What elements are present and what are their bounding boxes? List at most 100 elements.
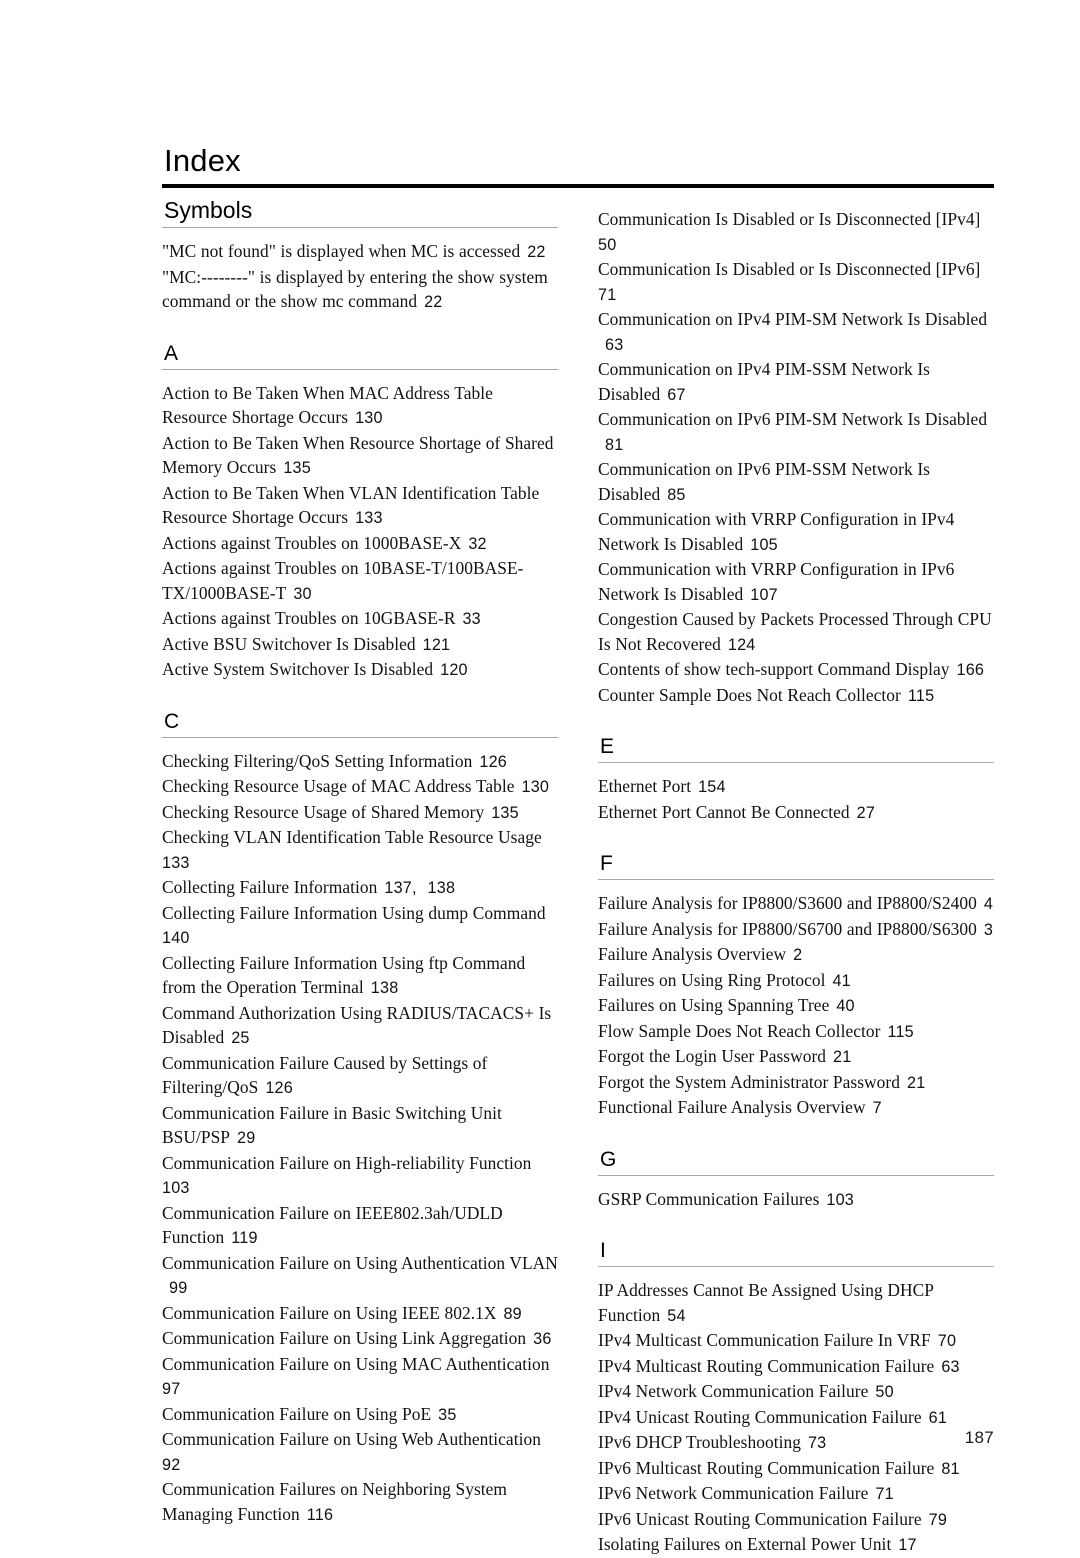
- index-page-number: 135: [491, 803, 519, 822]
- index-entry: Communication on IPv4 PIM-SM Network Is …: [598, 307, 994, 357]
- index-entry: Action to Be Taken When Resource Shortag…: [162, 431, 558, 481]
- index-entry-title: IPv4 Network Communication Failure: [598, 1381, 869, 1401]
- index-page-number: 79: [928, 1510, 948, 1529]
- index-section-rule: [598, 1174, 994, 1176]
- index-entry-title: Failure Analysis Overview: [598, 944, 787, 964]
- index-page-number: 32: [468, 534, 487, 553]
- index-page-number: 30: [293, 584, 312, 603]
- index-page-number: 115: [887, 1022, 914, 1041]
- index-page-number: 2: [793, 946, 803, 964]
- index-entry-title: IPv6 Multicast Routing Communication Fai…: [598, 1457, 935, 1478]
- index-entry-title: Communication Failure on IEEE802.3ah/UDL…: [162, 1202, 503, 1248]
- index-entry-title: Checking Resource Usage of Shared Memory: [162, 801, 485, 822]
- index-entry: Communication Failure on IEEE802.3ah/UDL…: [162, 1201, 558, 1251]
- index-entry-list: GSRP Communication Failures 103: [598, 1187, 994, 1213]
- index-entry: Communication Failure on Using PoE 35: [162, 1402, 558, 1428]
- index-entry-title: IPv4 Unicast Routing Communication Failu…: [598, 1406, 922, 1427]
- page-folio: 187: [964, 1428, 994, 1447]
- index-section-heading: F: [600, 852, 613, 875]
- index-entry-title: "MC:--------" is displayed by entering t…: [162, 266, 548, 312]
- index-entry-title: IPv4 Multicast Routing Communication Fai…: [598, 1355, 935, 1376]
- index-column-left: Symbols "MC not found" is displayed when …: [162, 196, 558, 1527]
- index-page-number: 107: [750, 585, 778, 604]
- index-section-rule: [598, 1266, 994, 1267]
- page-title: Index: [164, 143, 241, 178]
- index-entry-title: Congestion Caused by Packets Processed T…: [598, 609, 992, 654]
- index-entry: Checking Filtering/QoS Setting Informati…: [162, 749, 558, 775]
- index-page-number: 166: [956, 661, 985, 679]
- index-entry: Communication Failure Caused by Settings…: [162, 1051, 558, 1101]
- index-page-number: 116: [306, 1505, 334, 1524]
- index-entry: Actions against Troubles on 10BASE-T/100…: [162, 556, 558, 606]
- index-entry-title: Communication Failure on Using MAC Authe…: [162, 1353, 550, 1374]
- index-entry: Collecting Failure Information Using dum…: [162, 901, 558, 951]
- index-page: Index Symbols "MC not found" is displayed…: [0, 0, 1080, 1554]
- index-entry: IPv4 Network Communication Failure 50: [598, 1379, 994, 1405]
- index-entry: Collecting Failure Information 137, 138: [162, 875, 558, 901]
- index-entry: Actions against Troubles on 1000BASE-X 32: [162, 531, 558, 557]
- index-entry: Action to Be Taken When VLAN Identificat…: [162, 481, 558, 531]
- index-entry: Communication with VRRP Configuration in…: [598, 557, 994, 607]
- index-page-number: 140: [162, 929, 190, 947]
- index-entry-title: IPv6 Unicast Routing Communication Failu…: [598, 1508, 922, 1529]
- index-entry: "MC not found" is displayed when MC is a…: [162, 239, 558, 265]
- index-entry: Failures on Using Ring Protocol 41: [598, 968, 994, 994]
- index-page-number: 135: [283, 459, 311, 477]
- index-page-number: 130: [355, 409, 383, 427]
- index-entry: Communication on IPv4 PIM-SSM Network Is…: [598, 357, 994, 407]
- index-entry-title: Communication on IPv6 PIM-SSM Network Is…: [598, 459, 930, 504]
- index-entry-title: Active System Switchover Is Disabled: [162, 659, 434, 679]
- index-entry: IPv4 Multicast Communication Failure In …: [598, 1328, 994, 1354]
- index-entry: Checking Resource Usage of Shared Memory…: [162, 800, 558, 826]
- index-page-number: 63: [605, 335, 624, 354]
- index-page-number: 63: [941, 1357, 960, 1376]
- index-section: Symbols "MC not found" is displayed when …: [162, 196, 558, 315]
- index-entry-title: Command Authorization Using RADIUS/TACAC…: [162, 1002, 552, 1048]
- index-page-number: 25: [231, 1029, 250, 1047]
- index-entry-title: Contents of show tech-support Command Di…: [598, 659, 950, 679]
- index-page-number: 3: [983, 920, 994, 939]
- index-entry-title: Forgot the Login User Password: [598, 1046, 827, 1066]
- index-entry-title: Communication Failures on Neighboring Sy…: [162, 1479, 507, 1524]
- index-section: F Failure Analysis for IP8800/S3600 and I…: [598, 851, 994, 1121]
- index-entry-list: Ethernet Port 154 Ethernet Port Cannot Be …: [598, 774, 994, 825]
- index-page-number: 97: [162, 1380, 181, 1398]
- index-section-heading: E: [600, 735, 615, 758]
- index-entry-title: Actions against Troubles on 10BASE-T/100…: [162, 558, 524, 603]
- index-entry-title: Failures on Using Spanning Tree: [598, 995, 830, 1015]
- index-page-number: 71: [875, 1485, 894, 1503]
- index-entry-title: Failure Analysis for IP8800/S3600 and IP…: [598, 893, 977, 913]
- index-page-number: 22: [424, 293, 443, 311]
- index-entry: Actions against Troubles on 10GBASE-R 33: [162, 606, 558, 632]
- index-entry: Counter Sample Does Not Reach Collector 1…: [598, 683, 994, 709]
- index-page-number: 85: [667, 485, 686, 504]
- index-page-number: 103: [162, 1179, 190, 1197]
- index-entry: IPv6 Multicast Routing Communication Fai…: [598, 1456, 994, 1482]
- index-entry: Functional Failure Analysis Overview 7: [598, 1095, 994, 1121]
- index-entry-title: Active BSU Switchover Is Disabled: [162, 633, 416, 654]
- index-entry: IP Addresses Cannot Be Assigned Using DH…: [598, 1278, 994, 1328]
- index-entry: Communication Failure on High-reliabilit…: [162, 1151, 558, 1201]
- index-entry: Communication Failures on Neighboring Sy…: [162, 1477, 558, 1527]
- index-entry: GSRP Communication Failures 103: [598, 1187, 994, 1213]
- index-entry: Communication Failure on Using IEEE 802.…: [162, 1301, 558, 1327]
- index-section-heading: G: [600, 1147, 617, 1171]
- index-entry-title: GSRP Communication Failures: [598, 1188, 820, 1209]
- index-section: E Ethernet Port 154 Ethernet Port Cannot Be…: [598, 734, 994, 825]
- index-page-number: 22: [527, 243, 546, 261]
- index-entry: "MC:--------" is displayed by entering t…: [162, 265, 558, 315]
- index-entry: Action to Be Taken When MAC Address Tabl…: [162, 381, 558, 431]
- index-entry: Forgot the Login User Password 21: [598, 1044, 994, 1070]
- index-page-number: 35: [438, 1405, 457, 1424]
- index-entry-title: Failure Analysis for IP8800/S6700 and IP…: [598, 918, 977, 939]
- index-entry: IPv4 Multicast Routing Communication Fai…: [598, 1354, 994, 1380]
- index-page-number: 54: [667, 1306, 686, 1325]
- index-page-number: 115: [907, 686, 935, 705]
- index-entry-title: Ethernet Port: [598, 776, 692, 796]
- index-page-number: 120: [440, 661, 468, 679]
- index-section-rule: [162, 368, 558, 370]
- index-entry: Checking Resource Usage of MAC Address T…: [162, 774, 558, 800]
- index-page-number: 130: [521, 778, 550, 796]
- index-page-number: 61: [928, 1408, 948, 1427]
- index-entry: Communication Failure on Using Authentic…: [162, 1251, 558, 1301]
